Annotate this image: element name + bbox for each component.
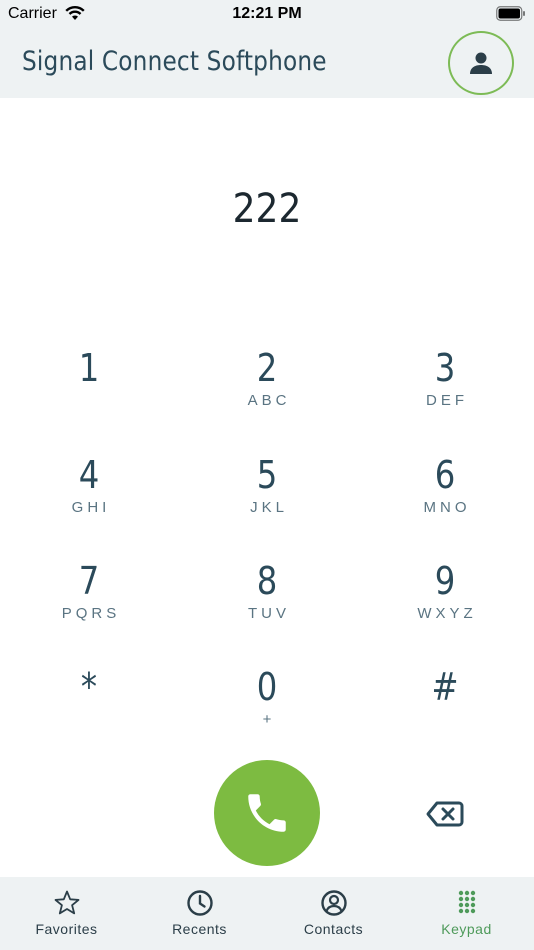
key-letters: ABC [247, 392, 291, 409]
dialed-number-display: 222 [232, 186, 302, 232]
phone-icon [248, 794, 286, 832]
key-digit: 4 [78, 453, 100, 497]
key-letters: MNO [423, 499, 471, 516]
key-8[interactable]: 8 TUV [207, 559, 327, 649]
key-hash[interactable]: # [385, 665, 505, 755]
key-1[interactable]: 1 [29, 346, 149, 436]
tab-label-recents: Recents [172, 921, 227, 937]
battery-icon [496, 6, 525, 21]
app-title: Signal Connect Softphone [22, 46, 327, 77]
key-5[interactable]: 5 JKL [207, 453, 327, 543]
tab-keypad[interactable]: Keypad [400, 877, 533, 950]
app-header: Signal Connect Softphone [0, 28, 534, 98]
tab-label-contacts: Contacts [303, 921, 364, 937]
star-icon [54, 890, 79, 915]
tab-recents[interactable]: Recents [133, 877, 266, 950]
status-bar: Carrier 12:21 PM [0, 0, 534, 28]
profile-button[interactable] [448, 31, 514, 95]
call-button[interactable] [214, 760, 320, 866]
keypad-icon [458, 890, 475, 914]
key-digit: 6 [434, 453, 456, 497]
tab-label-favorites: Favorites [35, 921, 98, 937]
key-letters: DEF [426, 392, 468, 409]
key-letters: PQRS [61, 605, 121, 622]
key-0[interactable]: 0 + [207, 665, 327, 755]
key-digit: 0 [256, 665, 278, 709]
tab-bar: Favorites Recents Contacts Keypad [0, 877, 534, 950]
key-7[interactable]: 7 PQRS [29, 559, 149, 649]
backspace-icon[interactable] [425, 798, 465, 830]
key-letters: JKL [250, 499, 288, 516]
clock-time: 12:21 PM [232, 5, 302, 22]
key-6[interactable]: 6 MNO [385, 453, 505, 543]
key-digit: 2 [256, 346, 278, 390]
key-letters: + [262, 711, 276, 728]
key-3[interactable]: 3 DEF [385, 346, 505, 436]
key-digit: 9 [434, 559, 456, 603]
key-digit: # [431, 665, 459, 709]
key-digit: 8 [256, 559, 278, 603]
person-icon [470, 52, 492, 74]
key-letters: TUV [248, 605, 290, 622]
tab-contacts[interactable]: Contacts [267, 877, 400, 950]
key-letters: WXYZ [417, 605, 477, 622]
key-digit: 7 [78, 559, 100, 603]
tab-label-keypad: Keypad [441, 921, 492, 937]
key-digit: 1 [78, 346, 100, 390]
tab-favorites[interactable]: Favorites [0, 877, 133, 950]
key-digit: 3 [434, 346, 456, 390]
key-letters: GHI [71, 499, 111, 516]
key-digit: * [80, 665, 98, 709]
key-4[interactable]: 4 GHI [29, 453, 149, 543]
key-2[interactable]: 2 ABC [207, 346, 327, 436]
key-digit: 5 [256, 453, 278, 497]
clock-icon [186, 890, 213, 916]
contact-icon [320, 890, 347, 916]
key-9[interactable]: 9 WXYZ [385, 559, 505, 649]
key-star[interactable]: * [29, 665, 149, 755]
